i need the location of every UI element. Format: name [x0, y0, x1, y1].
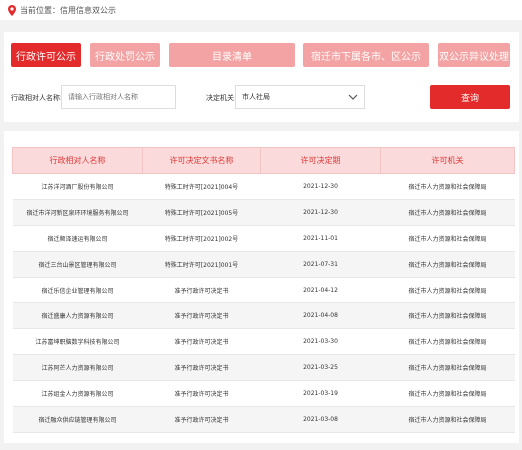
- chevron-down-icon: [348, 94, 358, 100]
- results-table: 行政相对人名称 许可决定文书名称 许可决定期 许可机关 江苏洋河酒厂股份有限公司…: [12, 147, 515, 433]
- cell-document: 准予行政许可决定书: [142, 354, 261, 382]
- column-header-decision-date: 许可决定期: [260, 147, 381, 174]
- counterparty-label: 行政相对人名称:: [11, 94, 63, 102]
- table-row[interactable]: 江苏洋河酒厂股份有限公司 特殊工时许可[2021]004号 2021-12-30 宿迁…: [12, 173, 515, 200]
- cell-document: 特殊工时许可[2021]004号: [142, 173, 261, 200]
- cell-document: 准予行政许可决定书: [142, 302, 261, 330]
- cell-authority: 宿迁市人力资源和社会保障局: [380, 406, 515, 433]
- cell-authority: 宿迁市人力资源和社会保障局: [380, 225, 515, 252]
- cell-counterparty: 江苏洋河酒厂股份有限公司: [12, 173, 143, 200]
- table-header-row: 行政相对人名称 许可决定文书名称 许可决定期 许可机关: [12, 147, 515, 174]
- counterparty-search-input[interactable]: [61, 85, 176, 109]
- table-row[interactable]: 宿迁市洋河新区泉环环境服务有限公司 特殊工时许可[2021]005号 2021-12…: [12, 199, 515, 226]
- tab-administrative-penalty[interactable]: 行政处罚公示: [90, 43, 160, 67]
- cell-decision-date: 2021-04-08: [260, 302, 381, 330]
- cell-authority: 宿迁市人力资源和社会保障局: [380, 251, 515, 278]
- table-row[interactable]: 江苏组金人力资源有限公司 准予行政许可决定书 2021-03-19 宿迁市人力资源和社…: [12, 380, 515, 408]
- column-header-authority: 许可机关: [380, 147, 515, 174]
- cell-decision-date: 2021-03-19: [260, 380, 381, 408]
- cell-counterparty: 宿迁三台山景区管理有限公司: [12, 251, 143, 278]
- cell-document: 准予行政许可决定书: [142, 277, 261, 304]
- cell-decision-date: 2021-12-30: [260, 199, 381, 226]
- table-row[interactable]: 江苏阿芒人力资源有限公司 准予行政许可决定书 2021-03-25 宿迁市人力资源和社…: [12, 354, 515, 382]
- cell-counterparty: 宿迁乐信企业管理有限公司: [12, 277, 143, 304]
- cell-counterparty: 宿迁市洋河新区泉环环境服务有限公司: [12, 199, 143, 226]
- cell-counterparty: 宿迁顺泽速运有限公司: [12, 225, 143, 252]
- cell-decision-date: 2021-03-30: [260, 328, 381, 356]
- column-header-counterparty: 行政相对人名称: [12, 147, 143, 174]
- tab-administrative-license[interactable]: 行政许可公示: [11, 43, 81, 67]
- table-row[interactable]: 江苏富坤职脑数字科技有限公司 准予行政许可决定书 2021-03-30 宿迁市人力资源…: [12, 328, 515, 356]
- table-row[interactable]: 宿迁盛康人力资源有限公司 准予行政许可决定书 2021-04-08 宿迁市人力资源和社…: [12, 302, 515, 330]
- breadcrumb-label: 当前位置：: [20, 5, 60, 15]
- column-header-document: 许可决定文书名称: [142, 147, 261, 174]
- cell-authority: 宿迁市人力资源和社会保障局: [380, 277, 515, 304]
- cell-document: 准予行政许可决定书: [142, 406, 261, 433]
- cell-decision-date: 2021-11-01: [260, 225, 381, 252]
- authority-select[interactable]: 市人社局: [235, 85, 365, 109]
- cell-document: 特殊工时许可[2021]005号: [142, 199, 261, 226]
- cell-authority: 宿迁市人力资源和社会保障局: [380, 173, 515, 200]
- cell-decision-date: 2021-04-12: [260, 277, 381, 304]
- cell-decision-date: 2021-03-25: [260, 354, 381, 382]
- cell-authority: 宿迁市人力资源和社会保障局: [380, 328, 515, 356]
- breadcrumb-current[interactable]: 信用信息双公示: [60, 5, 116, 16]
- cell-authority: 宿迁市人力资源和社会保障局: [380, 199, 515, 226]
- table-row[interactable]: 宿迁融众供应链管理有限公司 准予行政许可决定书 2021-03-08 宿迁市人力资源和…: [12, 406, 515, 433]
- cell-decision-date: 2021-12-30: [260, 173, 381, 200]
- cell-document: 准予行政许可决定书: [142, 328, 261, 356]
- cell-authority: 宿迁市人力资源和社会保障局: [380, 354, 515, 382]
- cell-counterparty: 宿迁盛康人力资源有限公司: [12, 302, 143, 330]
- cell-document: 特殊工时许可[2021]002号: [142, 225, 261, 252]
- tab-subordinate-districts[interactable]: 宿迁市下属各市、区公示: [303, 43, 429, 67]
- cell-counterparty: 江苏组金人力资源有限公司: [12, 380, 143, 408]
- location-pin-icon: [8, 4, 16, 16]
- authority-selected-value: 市人社局: [242, 93, 270, 101]
- authority-label: 决定机关:: [206, 94, 237, 102]
- cell-authority: 宿迁市人力资源和社会保障局: [380, 380, 515, 408]
- tab-catalog-list[interactable]: 目录清单: [169, 43, 295, 67]
- table-body: 江苏洋河酒厂股份有限公司 特殊工时许可[2021]004号 2021-12-30 宿迁…: [12, 173, 515, 433]
- table-row[interactable]: 宿迁三台山景区管理有限公司 特殊工时许可[2021]001号 2021-07-31 宿…: [12, 251, 515, 278]
- cell-document: 准予行政许可决定书: [142, 380, 261, 408]
- tab-objection-handling[interactable]: 双公示异议处理: [438, 43, 510, 67]
- cell-counterparty: 宿迁融众供应链管理有限公司: [12, 406, 143, 433]
- cell-counterparty: 江苏富坤职脑数字科技有限公司: [12, 328, 143, 356]
- cell-decision-date: 2021-03-08: [260, 406, 381, 433]
- cell-document: 特殊工时许可[2021]001号: [142, 251, 261, 278]
- breadcrumb: 当前位置： 信用信息双公示: [0, 0, 522, 20]
- table-row[interactable]: 宿迁顺泽速运有限公司 特殊工时许可[2021]002号 2021-11-01 宿迁市人…: [12, 225, 515, 252]
- filter-panel: 行政许可公示 行政处罚公示 目录清单 宿迁市下属各市、区公示 双公示异议处理 行…: [4, 32, 519, 122]
- cell-decision-date: 2021-07-31: [260, 251, 381, 278]
- cell-counterparty: 江苏阿芒人力资源有限公司: [12, 354, 143, 382]
- results-panel: 行政相对人名称 许可决定文书名称 许可决定期 许可机关 江苏洋河酒厂股份有限公司…: [4, 131, 519, 443]
- query-button[interactable]: 查询: [430, 85, 510, 109]
- table-row[interactable]: 宿迁乐信企业管理有限公司 准予行政许可决定书 2021-04-12 宿迁市人力资源和社…: [12, 277, 515, 304]
- cell-authority: 宿迁市人力资源和社会保障局: [380, 302, 515, 330]
